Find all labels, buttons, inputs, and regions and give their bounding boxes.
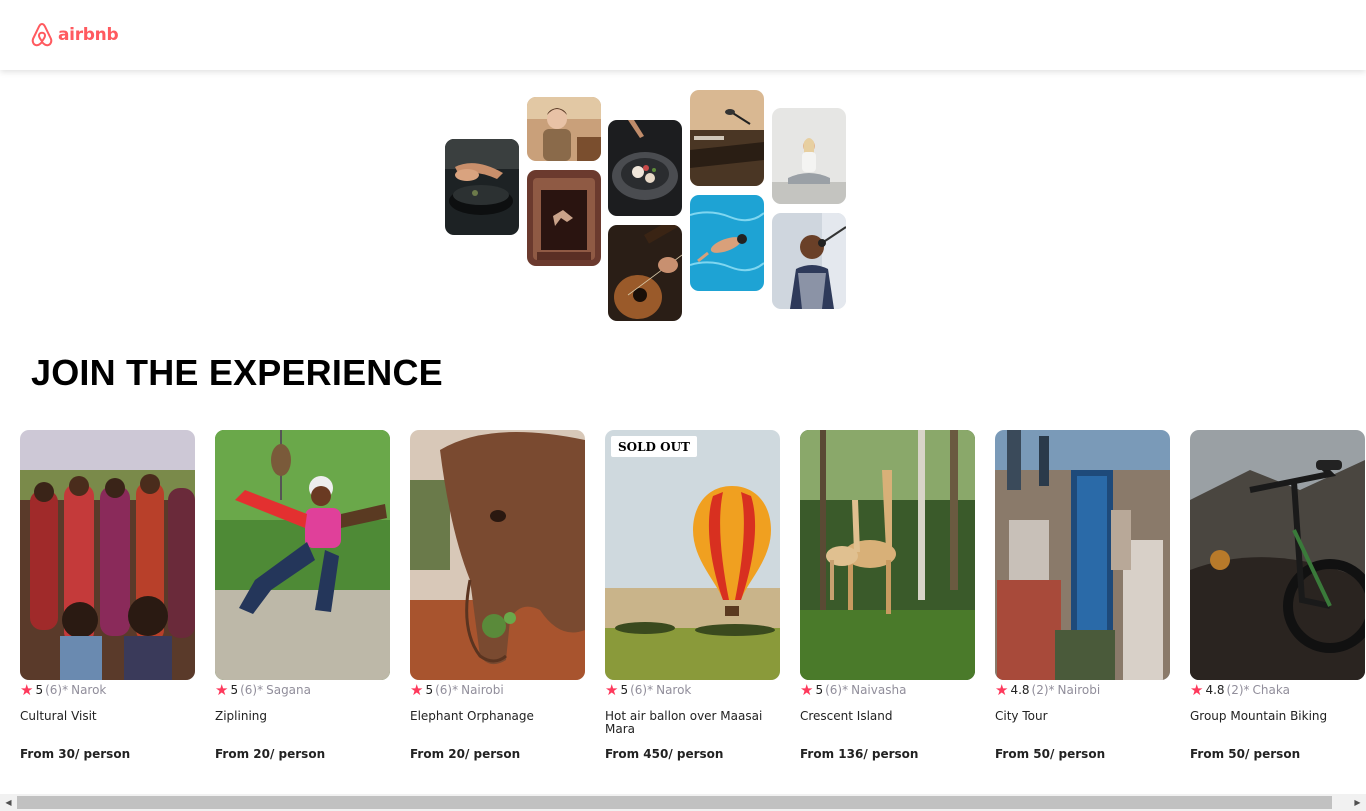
hero-photo-swimmer: [690, 195, 764, 291]
star-icon: ★: [410, 680, 424, 699]
hero-photo-guitar: [608, 225, 682, 321]
card-stats: ★ 4.8 (2) * Chaka: [1190, 682, 1365, 698]
card-reviews: (6): [240, 683, 258, 697]
card-title[interactable]: Group Mountain Biking: [1190, 710, 1365, 740]
card-reviews: (6): [435, 683, 453, 697]
card-location: Sagana: [266, 683, 311, 697]
card-rating: 5: [230, 683, 239, 697]
logo-text: airbnb: [58, 25, 119, 45]
card-price: From 450/ person: [605, 747, 724, 761]
card-image-mountain-bike[interactable]: [1190, 430, 1365, 680]
card-image-hot-air-balloon[interactable]: SOLD OUT: [605, 430, 780, 680]
card-stats: ★ 5 (6) * Sagana: [215, 682, 390, 698]
card-rating: 4.8: [1205, 683, 1225, 697]
hero-photo-microphone-stage: [690, 90, 764, 186]
experience-card[interactable]: ★ 5 (6) * Naivasha Crescent Island From …: [800, 430, 975, 761]
experience-card[interactable]: ★ 5 (6) * Sagana Ziplining From 20/ pers…: [215, 430, 390, 761]
card-reviews: (6): [825, 683, 843, 697]
card-location: Naivasha: [851, 683, 907, 697]
experience-card[interactable]: ★ 5 (6) * Nairobi Elephant Orphanage Fro…: [410, 430, 585, 761]
card-stats: ★ 5 (6) * Naivasha: [800, 682, 975, 698]
card-rating: 5: [620, 683, 629, 697]
separator: *: [257, 683, 264, 697]
card-location: Nairobi: [1057, 683, 1101, 697]
star-icon: ★: [995, 680, 1009, 699]
card-rating: 4.8: [1010, 683, 1030, 697]
separator: *: [1243, 683, 1250, 697]
card-stats: ★ 5 (6) * Narok: [20, 682, 195, 698]
hero-photo-theatre-dancer: [527, 170, 601, 266]
separator: *: [647, 683, 654, 697]
hero-photo-chef-portrait: [527, 97, 601, 161]
hero-photo-cooking: [445, 139, 519, 235]
card-location: Narok: [71, 683, 107, 697]
card-image-zipline[interactable]: [215, 430, 390, 680]
card-price: From 50/ person: [1190, 747, 1301, 761]
card-location: Chaka: [1252, 683, 1290, 697]
card-price: From 136/ person: [800, 747, 919, 761]
card-image-city-skyline[interactable]: [995, 430, 1170, 680]
star-icon: ★: [215, 680, 229, 699]
star-icon: ★: [605, 680, 619, 699]
card-reviews: (2): [1031, 683, 1049, 697]
sold-out-badge: SOLD OUT: [611, 436, 697, 457]
card-location: Nairobi: [461, 683, 504, 697]
card-rating: 5: [425, 683, 434, 697]
star-icon: ★: [1190, 680, 1204, 699]
scroll-left-arrow-icon[interactable]: ◀: [0, 794, 17, 811]
airbnb-logo-link[interactable]: airbnb: [30, 22, 119, 48]
star-icon: ★: [20, 680, 34, 699]
card-title[interactable]: Crescent Island: [800, 710, 975, 740]
card-stats: ★ 5 (6) * Narok: [605, 682, 780, 698]
card-reviews: (6): [630, 683, 648, 697]
section-title: JOIN THE EXPERIENCE: [31, 352, 443, 393]
hero-photo-singer: [772, 213, 846, 309]
card-location: Narok: [656, 683, 692, 697]
card-price: From 30/ person: [20, 747, 131, 761]
card-image-elephant[interactable]: [410, 430, 585, 680]
card-price: From 20/ person: [410, 747, 521, 761]
card-title[interactable]: Ziplining: [215, 710, 390, 740]
separator: *: [62, 683, 69, 697]
card-title[interactable]: Cultural Visit: [20, 710, 195, 740]
star-icon: ★: [800, 680, 814, 699]
card-stats: ★ 4.8 (2) * Nairobi: [995, 682, 1170, 698]
separator: *: [1048, 683, 1055, 697]
card-stats: ★ 5 (6) * Nairobi: [410, 682, 585, 698]
experience-card[interactable]: ★ 5 (6) * Narok Cultural Visit From 30/ …: [20, 430, 195, 761]
experience-card[interactable]: ★ 4.8 (2) * Nairobi City Tour From 50/ p…: [995, 430, 1170, 761]
hero-photo-yoga: [772, 108, 846, 204]
separator: *: [842, 683, 849, 697]
card-image-maasai-group[interactable]: [20, 430, 195, 680]
scrollbar-thumb[interactable]: [17, 796, 1332, 809]
card-title[interactable]: Elephant Orphanage: [410, 710, 585, 740]
horizontal-scrollbar[interactable]: ◀ ▶: [0, 794, 1366, 811]
card-price: From 50/ person: [995, 747, 1106, 761]
hero-photo-plated-food: [608, 120, 682, 216]
card-title[interactable]: Hot air ballon over Maasai Mara: [605, 710, 780, 740]
experience-card[interactable]: ★ 4.8 (2) * Chaka Group Mountain Biking …: [1190, 430, 1365, 761]
card-rating: 5: [815, 683, 824, 697]
experience-card[interactable]: SOLD OUT ★ 5 (6) * Narok Hot air ballon …: [605, 430, 780, 761]
card-image-giraffes[interactable]: [800, 430, 975, 680]
card-reviews: (2): [1226, 683, 1244, 697]
card-price: From 20/ person: [215, 747, 326, 761]
scroll-right-arrow-icon[interactable]: ▶: [1349, 794, 1366, 811]
card-reviews: (6): [45, 683, 63, 697]
card-rating: 5: [35, 683, 44, 697]
airbnb-logo-icon: [31, 23, 53, 47]
separator: *: [452, 683, 459, 697]
card-title[interactable]: City Tour: [995, 710, 1170, 740]
top-navbar: airbnb: [0, 0, 1366, 70]
